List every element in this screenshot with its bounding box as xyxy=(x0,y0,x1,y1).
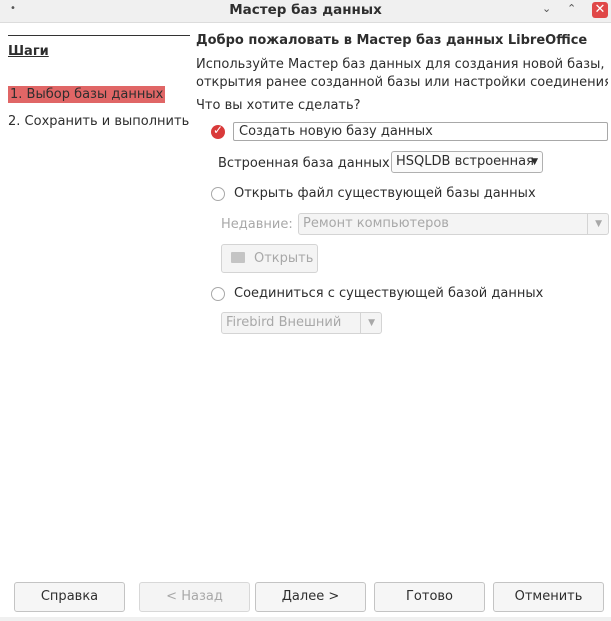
steps-divider xyxy=(8,35,190,36)
page-heading: Добро пожаловать в Мастер баз данных Lib… xyxy=(196,33,588,48)
close-icon[interactable]: ✕ xyxy=(592,2,608,18)
step-select-database[interactable]: 1. Выбор базы данных xyxy=(8,86,166,103)
connect-db-select[interactable]: Firebird Внешний ▼ xyxy=(221,312,382,334)
chevron-down-icon: ▼ xyxy=(531,157,538,167)
recent-label: Недавние: xyxy=(221,217,293,232)
embedded-db-select[interactable]: HSQLDB встроенная ▼ xyxy=(391,151,543,173)
open-db-option-label[interactable]: Открыть файл существующей базы данных xyxy=(234,186,536,201)
back-button[interactable]: < Назад xyxy=(139,582,250,612)
open-db-radio[interactable] xyxy=(211,187,225,201)
description: Используйте Мастер баз данных для создан… xyxy=(196,56,608,92)
recent-value: Ремонт компьютеров xyxy=(303,216,449,231)
open-button-label: Открыть xyxy=(254,251,314,266)
footer-bar xyxy=(0,617,611,621)
description-line-2: открытия ранее созданной базы или настро… xyxy=(196,75,608,90)
help-button[interactable]: Справка xyxy=(14,582,125,612)
chevron-down-icon: ▼ xyxy=(368,318,375,328)
steps-title: Шаги xyxy=(8,44,49,59)
maximize-icon[interactable]: ⌃ xyxy=(567,2,576,15)
question-label: Что вы хотите сделать? xyxy=(196,98,361,113)
folder-icon xyxy=(231,252,245,263)
next-button[interactable]: Далее > xyxy=(255,582,366,612)
connect-db-radio[interactable] xyxy=(211,287,225,301)
embedded-db-label: Встроенная база данных: xyxy=(218,156,395,171)
connect-db-value: Firebird Внешний xyxy=(226,315,342,330)
open-button[interactable]: Открыть xyxy=(221,244,318,273)
minimize-icon[interactable]: ⌄ xyxy=(542,2,551,15)
description-line-1: Используйте Мастер баз данных для создан… xyxy=(196,57,605,72)
window-title: Мастер баз данных xyxy=(229,2,382,18)
finish-button[interactable]: Готово xyxy=(374,582,485,612)
recent-select[interactable]: Ремонт компьютеров ▼ xyxy=(298,213,609,235)
embedded-db-value: HSQLDB встроенная xyxy=(396,154,534,169)
connect-db-option-label[interactable]: Соединиться с существующей базой данных xyxy=(234,286,543,301)
step-save-and-proceed[interactable]: 2. Сохранить и выполнить xyxy=(8,114,189,129)
create-db-radio[interactable] xyxy=(211,123,225,139)
title-bar: • Мастер баз данных ⌄ ⌃ ✕ xyxy=(0,0,611,23)
chevron-down-icon: ▼ xyxy=(595,219,602,229)
create-db-option-label[interactable]: Создать новую базу данных xyxy=(233,122,608,141)
cancel-button[interactable]: Отменить xyxy=(493,582,604,612)
